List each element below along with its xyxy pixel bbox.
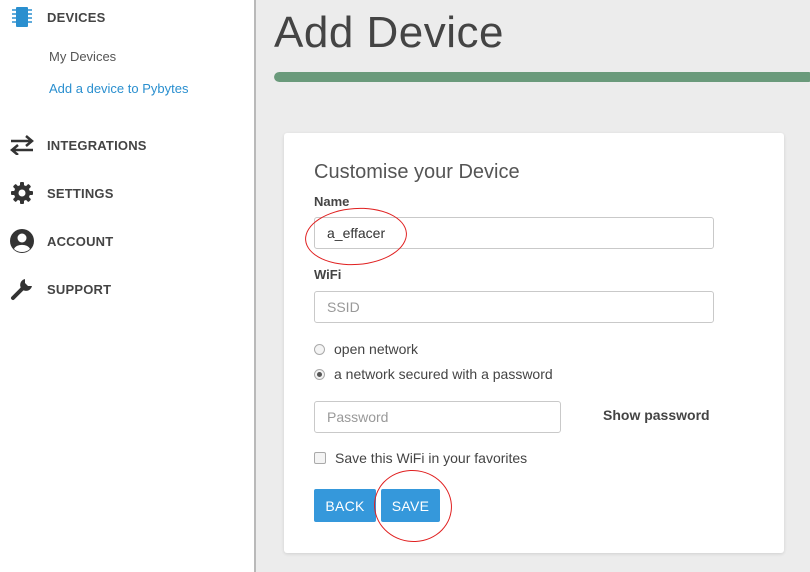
save-favorite-checkbox[interactable] bbox=[314, 452, 326, 464]
gear-icon bbox=[9, 180, 35, 206]
back-button[interactable]: BACK bbox=[314, 489, 376, 522]
swap-arrows-icon bbox=[9, 132, 35, 158]
show-password-link[interactable]: Show password bbox=[603, 407, 710, 423]
nav-support-label: SUPPORT bbox=[47, 281, 112, 297]
nav-settings[interactable]: SETTINGS bbox=[0, 178, 254, 208]
nav-devices[interactable]: DEVICES bbox=[0, 2, 254, 32]
nav-settings-label: SETTINGS bbox=[47, 185, 114, 201]
progress-bar bbox=[274, 72, 810, 82]
radio-open-button[interactable] bbox=[314, 343, 325, 355]
user-icon bbox=[9, 228, 35, 254]
device-form-card: Customise your Device Name WiFi open net… bbox=[284, 133, 784, 553]
save-button[interactable]: SAVE bbox=[381, 489, 440, 522]
main-content: Add Device Customise your Device Name Wi… bbox=[256, 0, 810, 572]
radio-secured-network[interactable]: a network secured with a password bbox=[314, 366, 553, 382]
chip-icon bbox=[9, 4, 35, 30]
radio-secured-button[interactable] bbox=[314, 368, 325, 380]
wifi-label: WiFi bbox=[314, 267, 342, 282]
radio-secured-label: a network secured with a password bbox=[334, 366, 553, 382]
name-label: Name bbox=[314, 194, 350, 209]
sidebar-item-add-device[interactable]: Add a device to Pybytes bbox=[49, 81, 188, 96]
nav-integrations-label: INTEGRATIONS bbox=[47, 137, 147, 153]
device-name-input[interactable] bbox=[314, 217, 714, 249]
form-title: Customise your Device bbox=[314, 161, 520, 183]
progress-fill bbox=[274, 72, 810, 82]
save-favorite-row[interactable]: Save this WiFi in your favorites bbox=[314, 450, 527, 466]
radio-open-network[interactable]: open network bbox=[314, 341, 418, 357]
page-title: Add Device bbox=[274, 8, 505, 57]
sidebar-item-my-devices[interactable]: My Devices bbox=[49, 49, 116, 64]
nav-integrations[interactable]: INTEGRATIONS bbox=[0, 130, 254, 160]
sidebar: DEVICES My Devices Add a device to Pybyt… bbox=[0, 0, 256, 572]
wrench-icon bbox=[9, 276, 35, 302]
password-input[interactable] bbox=[314, 401, 561, 433]
nav-devices-label: DEVICES bbox=[47, 9, 106, 25]
ssid-input[interactable] bbox=[314, 291, 714, 323]
nav-account-label: ACCOUNT bbox=[47, 233, 114, 249]
save-favorite-label: Save this WiFi in your favorites bbox=[335, 450, 528, 466]
nav-support[interactable]: SUPPORT bbox=[0, 274, 254, 304]
nav-account[interactable]: ACCOUNT bbox=[0, 226, 254, 256]
radio-open-label: open network bbox=[334, 341, 419, 357]
